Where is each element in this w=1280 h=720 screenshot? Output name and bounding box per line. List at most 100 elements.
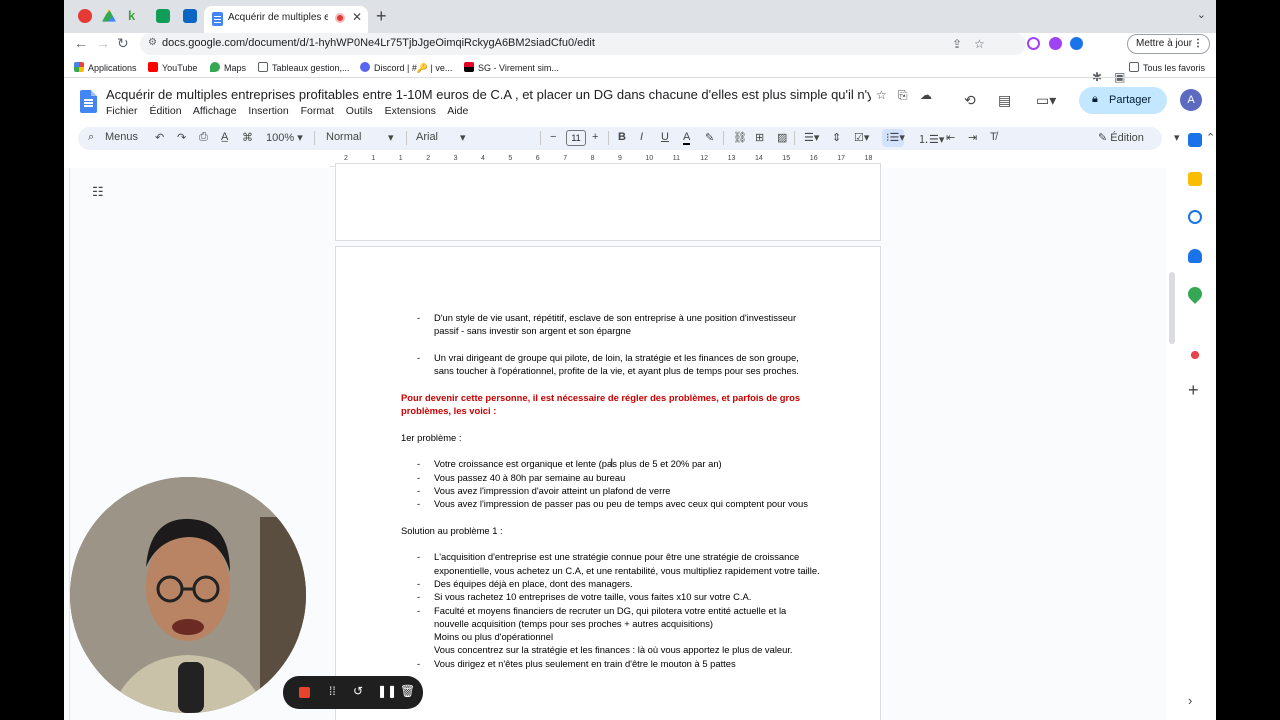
close-icon[interactable]: ✕	[352, 10, 362, 24]
zoom-select[interactable]: 100% ▾	[266, 131, 303, 144]
decrease-indent-icon[interactable]: ⇤	[946, 131, 955, 144]
menu-tools[interactable]: Outils	[346, 105, 373, 117]
outline-icon[interactable]: ☷	[92, 184, 104, 200]
list-item[interactable]: Si vous rachetez 10 entreprises de votre…	[401, 590, 821, 604]
address-bar[interactable]: ⚙ docs.google.com/document/d/1-hyhWP0Ne4…	[140, 33, 1026, 55]
decrease-font-icon[interactable]: −	[550, 131, 556, 143]
meet-icon[interactable]: ▭▾	[1036, 92, 1056, 109]
active-tab[interactable]: Acquérir de multiples entreprises ✕	[204, 6, 368, 33]
bulleted-list-icon[interactable]: ⁝☰▾	[886, 131, 905, 144]
history-icon[interactable]: ⟲	[964, 92, 976, 109]
sheets-tab-icon[interactable]	[156, 9, 170, 23]
text-color-icon[interactable]: A	[683, 131, 691, 145]
star-icon[interactable]: ☆	[876, 88, 887, 102]
font-select[interactable]: Arial ▾	[416, 131, 476, 144]
menu-help[interactable]: Aide	[447, 105, 468, 117]
clear-format-icon[interactable]: T̸	[990, 131, 997, 143]
contacts-icon[interactable]	[1188, 249, 1202, 263]
grid-icon[interactable]: ⁞⁞	[329, 684, 336, 698]
star-icon[interactable]: ☆	[974, 37, 985, 51]
chevron-right-icon[interactable]: ›	[1188, 693, 1202, 708]
menu-format[interactable]: Format	[301, 105, 334, 117]
vertical-ruler[interactable]	[64, 168, 70, 720]
trash-icon[interactable]: 🗑︎	[400, 684, 415, 698]
problem-title[interactable]: 1er problème :	[401, 431, 821, 444]
numbered-list-icon[interactable]: ⒈☰▾	[918, 131, 944, 147]
extension-icon[interactable]	[1027, 37, 1040, 50]
checklist-icon[interactable]: ☑▾	[854, 131, 869, 144]
list-item[interactable]: Vous avez l'impression de passer pas ou …	[401, 497, 821, 511]
menu-insert[interactable]: Insertion	[248, 105, 288, 117]
add-icon[interactable]: +	[1188, 381, 1202, 399]
move-folder-icon[interactable]: ⎘	[898, 88, 908, 103]
share-icon[interactable]: ⇪	[952, 37, 962, 51]
solution-title[interactable]: Solution au problème 1 :	[401, 524, 821, 537]
increase-font-icon[interactable]: +	[592, 131, 598, 143]
page-body[interactable]: D'un style de vie usant, répétitif, escl…	[401, 311, 821, 670]
bookmark-apps[interactable]: Applications	[74, 62, 137, 73]
list-item[interactable]: D'un style de vie usant, répétitif, escl…	[401, 311, 821, 338]
calendar-icon[interactable]	[1188, 133, 1202, 147]
k-tab-icon[interactable]: k	[128, 9, 142, 23]
back-button[interactable]: ←	[74, 35, 88, 51]
menu-edit[interactable]: Édition	[149, 105, 181, 117]
menu-extensions[interactable]: Extensions	[385, 105, 436, 117]
drive-tab-icon[interactable]	[102, 9, 116, 22]
style-select[interactable]: Normal ▾	[326, 131, 396, 144]
menus-search[interactable]: Menus	[105, 131, 138, 143]
bookmark-maps[interactable]: Maps	[210, 62, 246, 73]
section-heading[interactable]: Pour devenir cette personne, il est néce…	[401, 391, 821, 418]
comment-icon[interactable]: ▤	[998, 92, 1011, 109]
search-icon[interactable]: ⌕	[88, 131, 94, 144]
tasks-icon[interactable]	[1188, 210, 1202, 224]
avatar[interactable]: A	[1180, 89, 1202, 111]
pause-icon[interactable]: ❚❚	[377, 684, 397, 698]
shield-icon[interactable]	[1070, 37, 1083, 50]
chevron-down-icon[interactable]: ⌄	[1197, 8, 1206, 21]
update-button[interactable]: Mettre à jour ⋮	[1127, 34, 1210, 54]
list-item[interactable]: L'acquisition d'entreprise est une strat…	[401, 550, 821, 577]
share-button[interactable]: 🔒︎ Partager	[1079, 87, 1167, 114]
list-item[interactable]: Vous avez l'impression d'avoir atteint u…	[401, 484, 821, 498]
underline-icon[interactable]: U	[661, 131, 669, 143]
line-spacing-icon[interactable]: ⇕	[832, 131, 841, 144]
list-item[interactable]: Moins ou plus d'opérationnel	[401, 630, 821, 643]
font-size-input[interactable]: 11	[566, 130, 586, 146]
forward-button[interactable]: →	[96, 35, 110, 51]
align-icon[interactable]: ☰▾	[804, 131, 819, 144]
linkedin-tab-icon[interactable]	[183, 9, 197, 23]
site-info-icon[interactable]: ⚙	[148, 37, 157, 48]
highlight-icon[interactable]: ✎	[705, 131, 714, 144]
document-title[interactable]: Acquérir de multiples entreprises profit…	[106, 87, 871, 102]
redo-icon[interactable]: ↷	[177, 131, 186, 144]
bookmark-discord[interactable]: Discord | #🔑 | ve...	[360, 62, 452, 74]
list-item[interactable]: Vous passez 40 à 80h par semaine au bure…	[401, 471, 821, 485]
bold-icon[interactable]: B	[618, 131, 626, 143]
edit-mode-select[interactable]: ✎ Édition	[1098, 131, 1144, 144]
paint-format-icon[interactable]: ⌘	[242, 131, 253, 144]
extension-icon[interactable]	[1049, 37, 1062, 50]
add-comment-icon[interactable]: ⊞	[755, 131, 764, 144]
scrollbar[interactable]	[1169, 272, 1175, 344]
link-icon[interactable]: ⛓	[733, 131, 747, 144]
menu-view[interactable]: Affichage	[193, 105, 237, 117]
asana-icon[interactable]	[1188, 348, 1202, 362]
menu-file[interactable]: Fichier	[106, 105, 138, 117]
keep-icon[interactable]	[1188, 172, 1202, 186]
document-page[interactable]: D'un style de vie usant, répétitif, escl…	[335, 246, 881, 720]
list-item[interactable]: Vous dirigez et n'êtes plus seulement en…	[401, 657, 821, 671]
increase-indent-icon[interactable]: ⇥	[968, 131, 977, 144]
recording-tab-icon[interactable]	[78, 9, 92, 23]
list-item[interactable]: Un vrai dirigeant de groupe qui pilote, …	[401, 351, 821, 378]
print-icon[interactable]: ⎙	[199, 131, 208, 144]
undo-icon[interactable]: ↶	[155, 131, 164, 144]
reload-button[interactable]: ↻	[117, 35, 129, 52]
maps-icon[interactable]	[1185, 284, 1205, 304]
list-item[interactable]: Faculté et moyens financiers de recruter…	[401, 604, 821, 631]
restart-icon[interactable]: ↺	[353, 684, 363, 698]
stop-recording-button[interactable]	[299, 687, 310, 698]
list-item[interactable]: Vous concentrez sur la stratégie et les …	[401, 643, 821, 656]
bookmark-folder[interactable]: Tableaux gestion,...	[258, 62, 350, 73]
new-tab-button[interactable]: +	[376, 6, 387, 27]
image-icon[interactable]: ▨	[777, 131, 787, 144]
